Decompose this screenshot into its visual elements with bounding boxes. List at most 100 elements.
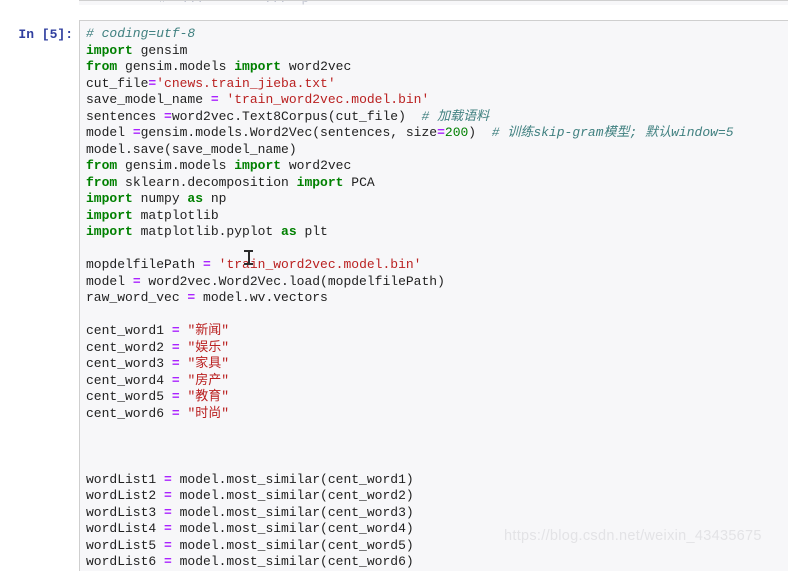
code-token: save_model_name	[86, 92, 211, 107]
code-token: plt	[296, 224, 328, 239]
code-token: import	[86, 224, 133, 239]
code-token: model.most_similar(cent_word1)	[171, 471, 414, 487]
code-line: sentences =word2vec.Text8Corpus(cut_file…	[86, 109, 788, 126]
code-token: =	[132, 273, 141, 289]
code-line: from sklearn.decomposition import PCA	[86, 175, 788, 192]
code-token: matplotlib.pyplot	[132, 224, 282, 239]
code-token: import	[296, 174, 344, 190]
code-token: =	[171, 356, 180, 371]
code-token: =	[164, 521, 172, 536]
code-token: # 加载语料	[421, 108, 490, 124]
code-token: matplotlib	[132, 207, 219, 223]
code-token: "教育"	[179, 389, 230, 404]
code-token: raw_word_vec	[86, 290, 188, 305]
code-line: import matplotlib.pyplot as plt	[86, 224, 788, 241]
code-token: =	[164, 554, 172, 569]
code-token: =	[171, 323, 180, 338]
code-token: sklearn.decomposition	[117, 174, 297, 190]
code-token: cent_word4	[86, 372, 172, 388]
code-token: =	[164, 504, 172, 520]
code-token: from	[86, 59, 118, 74]
previous-cell-clipped: # ... ... p	[79, 0, 788, 5]
code-token: =	[132, 125, 141, 140]
code-token: from	[86, 174, 118, 190]
code-source[interactable]: # coding=utf-8 import gensim from gensim.m…	[86, 26, 788, 571]
code-line: cent_word3 = "家具"	[86, 356, 788, 373]
code-token: gensim.models	[117, 59, 235, 74]
code-token: model.most_similar(cent_word4)	[171, 521, 414, 536]
code-token: import	[86, 207, 133, 223]
code-line: model.save(save_model_name)	[86, 142, 788, 159]
code-token: "娱乐"	[179, 339, 230, 355]
code-token: gensim.models	[117, 158, 235, 173]
code-token: wordList3	[86, 504, 165, 520]
code-token: wordList2	[86, 488, 165, 503]
cell-execution-prompt: In [5]:	[18, 27, 73, 42]
code-token: )	[468, 125, 477, 140]
code-token: import	[234, 59, 282, 74]
code-token: model	[86, 273, 133, 289]
code-line: model = word2vec.Word2Vec.load(mopdelfil…	[86, 274, 788, 291]
code-token: # 训练skip-gram模型; 默认window=5	[491, 125, 734, 140]
code-token: model	[86, 125, 133, 140]
code-token: =	[171, 405, 180, 421]
code-line: cent_word1 = "新闻"	[86, 323, 788, 340]
code-token: PCA	[343, 174, 375, 190]
code-token: word2vec.Text8Corpus(cut_file)	[171, 108, 406, 124]
code-token: word2vec.Word2Vec.load(mopdelfilePath)	[140, 273, 445, 289]
code-line: cent_word4 = "房产"	[86, 373, 788, 390]
code-token: cent_word5	[86, 389, 172, 404]
code-token: cent_word6	[86, 405, 172, 421]
code-token: wordList6	[86, 554, 165, 569]
code-token: numpy	[132, 191, 188, 206]
code-token: model.wv.vectors	[195, 290, 328, 305]
code-token: wordList5	[86, 537, 165, 553]
code-line: cent_word2 = "娱乐"	[86, 340, 788, 357]
code-token: "时尚"	[179, 405, 230, 421]
notebook-page: # ... ... p In [5]: # coding=utf-8import…	[0, 0, 788, 571]
code-token: gensim.models.Word2Vec(sentences, size	[140, 125, 438, 140]
code-line: raw_word_vec = model.wv.vectors	[86, 290, 788, 307]
code-cell[interactable]: In [5]: # coding=utf-8 import gensim from …	[0, 20, 788, 571]
code-token: 200	[444, 125, 469, 140]
code-token: 'cnews.train_jieba.txt'	[156, 75, 336, 91]
code-token: import	[86, 191, 133, 206]
code-line: wordList3 = model.most_similar(cent_word…	[86, 505, 788, 522]
code-token: 'train_word2vec.model.bin'	[210, 257, 422, 272]
code-token: word2vec	[281, 59, 352, 74]
code-line: cent_word6 = "时尚"	[86, 406, 788, 423]
code-token: as	[281, 224, 297, 239]
code-token: import	[86, 42, 133, 58]
code-token: =	[164, 537, 172, 553]
code-token: =	[203, 257, 211, 272]
code-token: from	[86, 158, 118, 173]
code-line: cent_word5 = "教育"	[86, 389, 788, 406]
code-token: =	[164, 471, 172, 487]
code-line: wordList5 = model.most_similar(cent_word…	[86, 538, 788, 555]
code-token: sentences	[86, 108, 165, 124]
code-token: =	[171, 372, 180, 388]
code-token: # coding=utf-8	[86, 26, 196, 41]
previous-cell-text: # ... ... p	[159, 1, 788, 5]
code-line: save_model_name = 'train_word2vec.model.…	[86, 92, 788, 109]
code-token: cent_word1	[86, 323, 172, 338]
code-editor-area[interactable]: # coding=utf-8 import gensim from gensim.m…	[79, 20, 788, 571]
code-token: =	[171, 339, 180, 355]
code-token: model.most_similar(cent_word6)	[171, 554, 414, 569]
code-token: word2vec	[281, 158, 352, 173]
code-token: as	[187, 191, 204, 206]
code-line: from gensim.models import word2vec	[86, 158, 788, 175]
code-line: wordList2 = model.most_similar(cent_word…	[86, 488, 788, 505]
code-line: wordList1 = model.most_similar(cent_word…	[86, 472, 788, 489]
code-token: "房产"	[179, 372, 230, 388]
code-token: cent_word3	[86, 356, 172, 371]
code-token: "新闻"	[179, 323, 230, 338]
code-token: gensim	[132, 42, 188, 58]
code-token: =	[437, 125, 445, 140]
